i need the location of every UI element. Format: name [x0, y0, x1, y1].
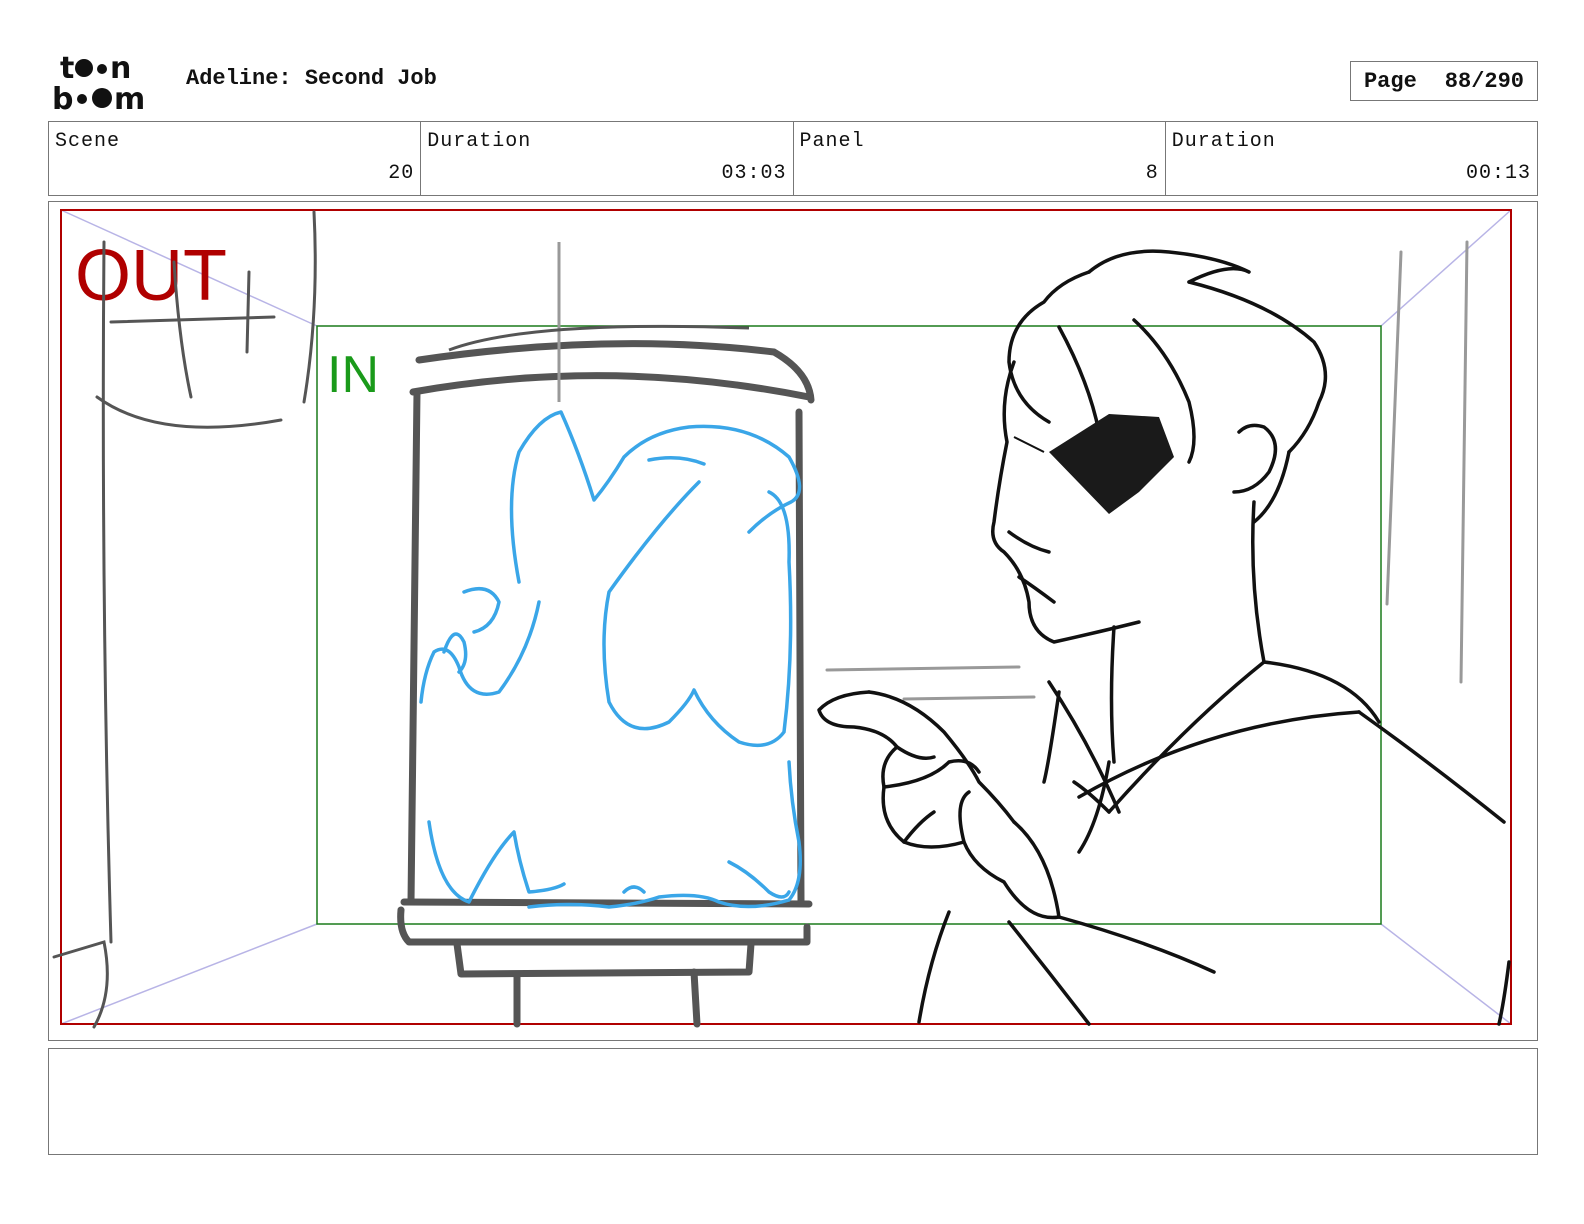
flipchart-blue-drawing [419, 410, 802, 909]
logo-dot [97, 64, 107, 74]
panel-notes-box[interactable] [48, 1048, 1538, 1155]
page-label: Page [1363, 68, 1417, 94]
logo-letter-b: b [52, 82, 73, 114]
eye-patch [1049, 414, 1174, 514]
scene-duration-value: 03:03 [721, 162, 787, 185]
panel-duration-value: 00:13 [1465, 162, 1531, 185]
scene-label: Scene [55, 130, 121, 153]
panel-sketch: OUT IN [52, 209, 1512, 1029]
scene-number: 20 [388, 162, 415, 185]
panel-duration-label: Duration [1171, 130, 1276, 153]
panel-number: 8 [1145, 162, 1159, 185]
page-number: 88/290 [1444, 68, 1525, 94]
scene-duration-cell: Duration 03:03 [421, 122, 794, 195]
panel-label: Panel [799, 130, 865, 153]
scene-cell: Scene 20 [49, 122, 422, 195]
scene-duration-label: Duration [427, 130, 532, 153]
board-title: Adeline: Second Job [186, 66, 437, 91]
logo-dot [75, 59, 93, 77]
page-indicator: Page 88/290 [1350, 61, 1538, 101]
left-wall-sketch [52, 210, 317, 1029]
toonboom-logo: t n b m [50, 51, 164, 117]
logo-letter-t: t [60, 52, 74, 86]
logo-letter-m: m [114, 82, 145, 114]
panel-info-bar: Scene 20 Duration 03:03 Panel 8 Duration… [48, 121, 1538, 196]
character-sketch [817, 249, 1511, 1026]
logo-dot [92, 88, 112, 108]
panel-cell: Panel 8 [794, 122, 1166, 195]
logo-graphic: t n b m [52, 51, 145, 117]
logo-dot [77, 94, 87, 104]
panel-duration-cell: Duration 00:13 [1166, 122, 1537, 195]
storyboard-panel: OUT IN [48, 201, 1538, 1041]
logo-letter-n: n [110, 52, 131, 86]
in-label: IN [327, 346, 379, 404]
out-label: OUT [75, 236, 227, 316]
in-safe-frame [316, 325, 1382, 925]
eyelashes [1013, 436, 1045, 453]
